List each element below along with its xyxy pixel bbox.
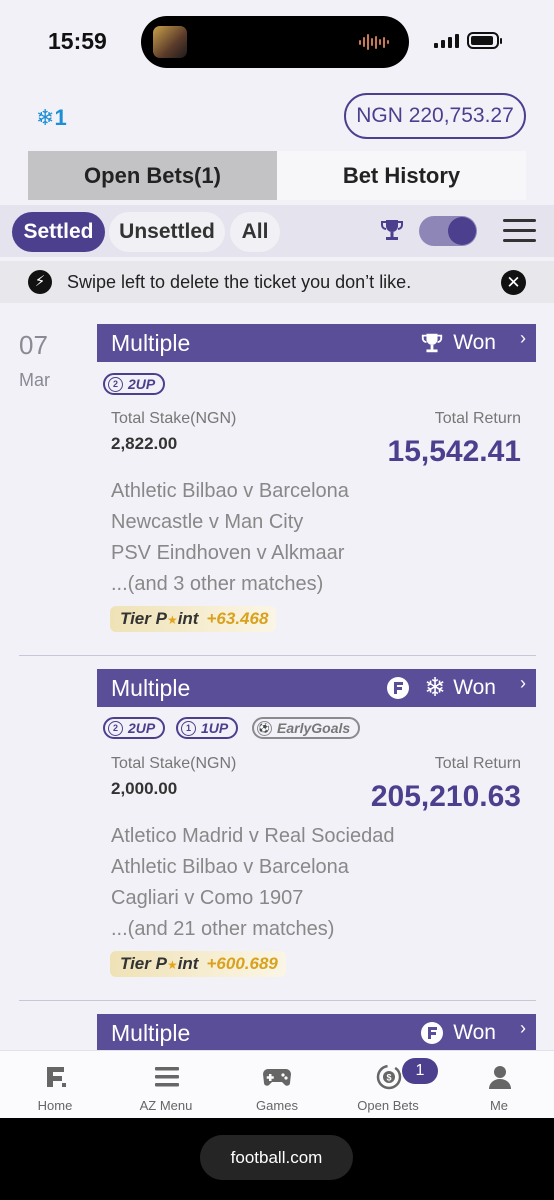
now-playing-thumbnail — [153, 26, 187, 58]
match-item: Cagliari v Como 1907 — [111, 887, 304, 909]
tier-point-value: +63.468 — [206, 609, 269, 628]
gamepad-icon — [263, 1069, 291, 1086]
signal-icon — [434, 34, 459, 48]
early-goals-badge: ⚽ EarlyGoals — [252, 717, 361, 739]
tab-games[interactable]: Games — [222, 1051, 332, 1119]
won-only-toggle[interactable] — [419, 216, 477, 246]
audio-wave-icon — [359, 33, 389, 51]
bet-type: Multiple — [111, 675, 191, 701]
filter-settled[interactable]: Settled — [12, 212, 105, 252]
tier-point-badge: Tier P★int +600.689 — [110, 951, 286, 977]
boost-badge-2up: 2 2UP — [103, 373, 166, 395]
stake-value: 2,822.00 — [111, 434, 178, 453]
filter-all[interactable]: All — [230, 212, 280, 252]
notice-text: Swipe left to delete the ticket you don’… — [67, 272, 412, 292]
menu-icon — [155, 1067, 179, 1087]
dynamic-island[interactable] — [141, 16, 409, 68]
match-item: Newcastle v Man City — [111, 511, 304, 533]
match-item: Atletico Madrid v Real Sociedad — [111, 825, 395, 847]
battery-icon — [467, 32, 502, 49]
tab-open-bets[interactable]: Open Bets(1) — [28, 151, 277, 200]
balance-badge[interactable]: NGN 220,753.27 — [344, 93, 526, 139]
tier-point-label: Tier P★int — [120, 954, 199, 973]
home-logo-icon — [47, 1067, 66, 1087]
return-value: 205,210.63 — [370, 780, 521, 813]
stake-label: Total Stake(NGN) — [111, 755, 237, 772]
two-up-icon: 2 — [108, 376, 123, 392]
freeze-counter[interactable]: ❄1 — [36, 105, 67, 131]
trophy-icon[interactable] — [379, 217, 405, 243]
stake-value: 2,000.00 — [111, 779, 178, 798]
divider — [19, 1000, 536, 1001]
match-item: Athletic Bilbao v Barcelona — [111, 856, 349, 878]
tab-bet-history[interactable]: Bet History — [277, 151, 526, 200]
football-icon: ⚽ — [257, 720, 272, 736]
snowflake-icon: ❄ — [36, 105, 55, 130]
football-logo-icon — [421, 1022, 443, 1044]
status-time: 15:59 — [48, 28, 107, 54]
date-day: 07 — [19, 330, 48, 360]
match-item: Athletic Bilbao v Barcelona — [111, 480, 349, 502]
close-icon[interactable]: ✕ — [501, 270, 526, 295]
date-month: Mar — [19, 370, 50, 390]
freeze-count: 1 — [54, 105, 67, 130]
tab-me[interactable]: Me — [444, 1051, 554, 1119]
lightning-icon: ⚡ — [28, 270, 52, 294]
tier-point-label: Tier P★int — [120, 609, 199, 628]
football-logo-icon — [387, 677, 409, 699]
match-item: PSV Eindhoven v Alkmaar — [111, 542, 345, 564]
stake-label: Total Stake(NGN) — [111, 410, 237, 427]
tab-az-menu[interactable]: AZ Menu — [111, 1051, 221, 1119]
open-bets-count-badge: 1 — [402, 1058, 438, 1084]
one-up-icon: 1 — [181, 720, 196, 736]
person-icon — [489, 1066, 511, 1089]
swipe-notice: ⚡ Swipe left to delete the ticket you do… — [0, 261, 554, 303]
bottom-tab-bar: Home AZ Menu Games $ Open Bets Me — [0, 1050, 554, 1119]
bet-card-header[interactable]: Multiple ❄ Won › — [97, 669, 536, 707]
boost-badge-2up: 2 2UP — [103, 717, 166, 739]
bet-status: Won — [453, 1021, 496, 1044]
return-value: 15,542.41 — [387, 435, 521, 468]
star-icon: ★ — [166, 958, 178, 972]
status-bar: 15:59 — [0, 0, 554, 90]
hamburger-menu-icon[interactable] — [503, 219, 536, 243]
tab-home[interactable]: Home — [0, 1051, 110, 1119]
two-up-icon: 2 — [108, 720, 123, 736]
bet-type: Multiple — [111, 1020, 191, 1046]
boost-badge-1up: 1 1UP — [176, 717, 239, 739]
more-matches: ...(and 21 other matches) — [111, 918, 335, 940]
tier-point-value: +600.689 — [206, 954, 278, 973]
bet-status: Won — [453, 331, 496, 354]
bet-card-header[interactable]: Multiple Won › — [97, 1014, 536, 1052]
chevron-right-icon: › — [520, 1018, 526, 1038]
bet-status: Won — [453, 676, 496, 699]
url-bar[interactable]: football.com — [200, 1135, 353, 1180]
chevron-right-icon: › — [520, 328, 526, 348]
return-label: Total Return — [434, 410, 521, 427]
bet-tabs: Open Bets(1) Bet History — [28, 151, 526, 200]
trophy-icon — [421, 333, 443, 353]
more-matches: ...(and 3 other matches) — [111, 573, 324, 595]
open-bets-icon: $ — [376, 1064, 402, 1090]
chevron-right-icon: › — [520, 673, 526, 693]
bet-type: Multiple — [111, 330, 191, 356]
divider — [19, 655, 536, 656]
svg-text:$: $ — [386, 1073, 391, 1083]
return-label: Total Return — [434, 755, 521, 772]
tier-point-badge: Tier P★int +63.468 — [110, 606, 277, 632]
star-icon: ★ — [166, 613, 178, 627]
bet-card-header[interactable]: Multiple Won › — [97, 324, 536, 362]
filter-unsettled[interactable]: Unsettled — [109, 212, 225, 252]
snowflake-icon: ❄ — [424, 672, 446, 702]
